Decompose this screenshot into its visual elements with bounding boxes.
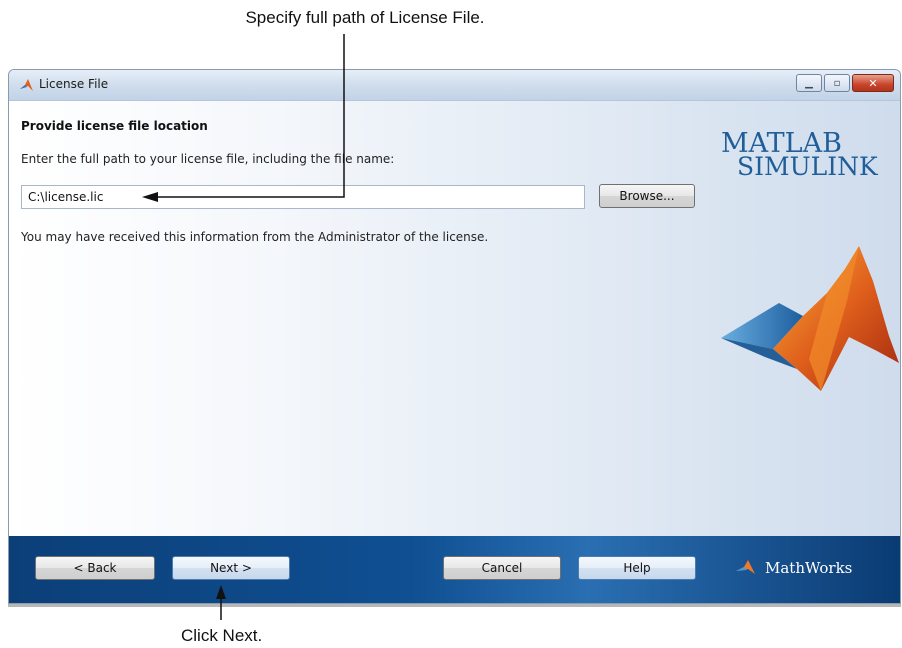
content-area: Provide license file location Enter the … — [9, 101, 900, 536]
minimize-icon: ▁ — [805, 77, 813, 89]
license-file-window: License File ▁ ▫ ✕ Provide license file … — [8, 69, 901, 604]
license-path-input[interactable] — [21, 185, 585, 209]
page-heading: Provide license file location — [21, 119, 208, 133]
mathworks-membrane-icon — [736, 560, 755, 574]
maximize-button[interactable]: ▫ — [824, 74, 850, 92]
minimize-button[interactable]: ▁ — [796, 74, 822, 92]
mathworks-text: MathWorks — [765, 559, 853, 577]
matlab-icon — [20, 79, 33, 91]
matlab-simulink-logo: MATLAB SIMULINK — [721, 130, 878, 179]
window-shadow — [8, 604, 901, 607]
browse-button[interactable]: Browse... — [599, 184, 695, 208]
title-bar: License File ▁ ▫ ✕ — [9, 70, 900, 101]
close-button[interactable]: ✕ — [852, 74, 894, 92]
next-button[interactable]: Next > — [172, 556, 290, 580]
administrator-note: You may have received this information f… — [21, 230, 489, 244]
logo-simulink-text: SIMULINK — [737, 152, 878, 181]
matlab-membrane-icon — [721, 246, 899, 391]
close-icon: ✕ — [868, 76, 878, 90]
annotation-click-next: Click Next. — [181, 626, 263, 645]
help-button[interactable]: Help — [578, 556, 696, 580]
annotation-specify-path: Specify full path of License File. — [245, 8, 485, 27]
window-title: License File — [39, 77, 109, 91]
mathworks-logo: MathWorks — [735, 558, 852, 578]
cancel-button[interactable]: Cancel — [443, 556, 561, 580]
maximize-icon: ▫ — [833, 77, 841, 89]
back-button[interactable]: < Back — [35, 556, 155, 580]
wizard-footer: < Back Next > Cancel Help MathWorks — [9, 536, 900, 603]
instruction-text: Enter the full path to your license file… — [21, 152, 395, 166]
